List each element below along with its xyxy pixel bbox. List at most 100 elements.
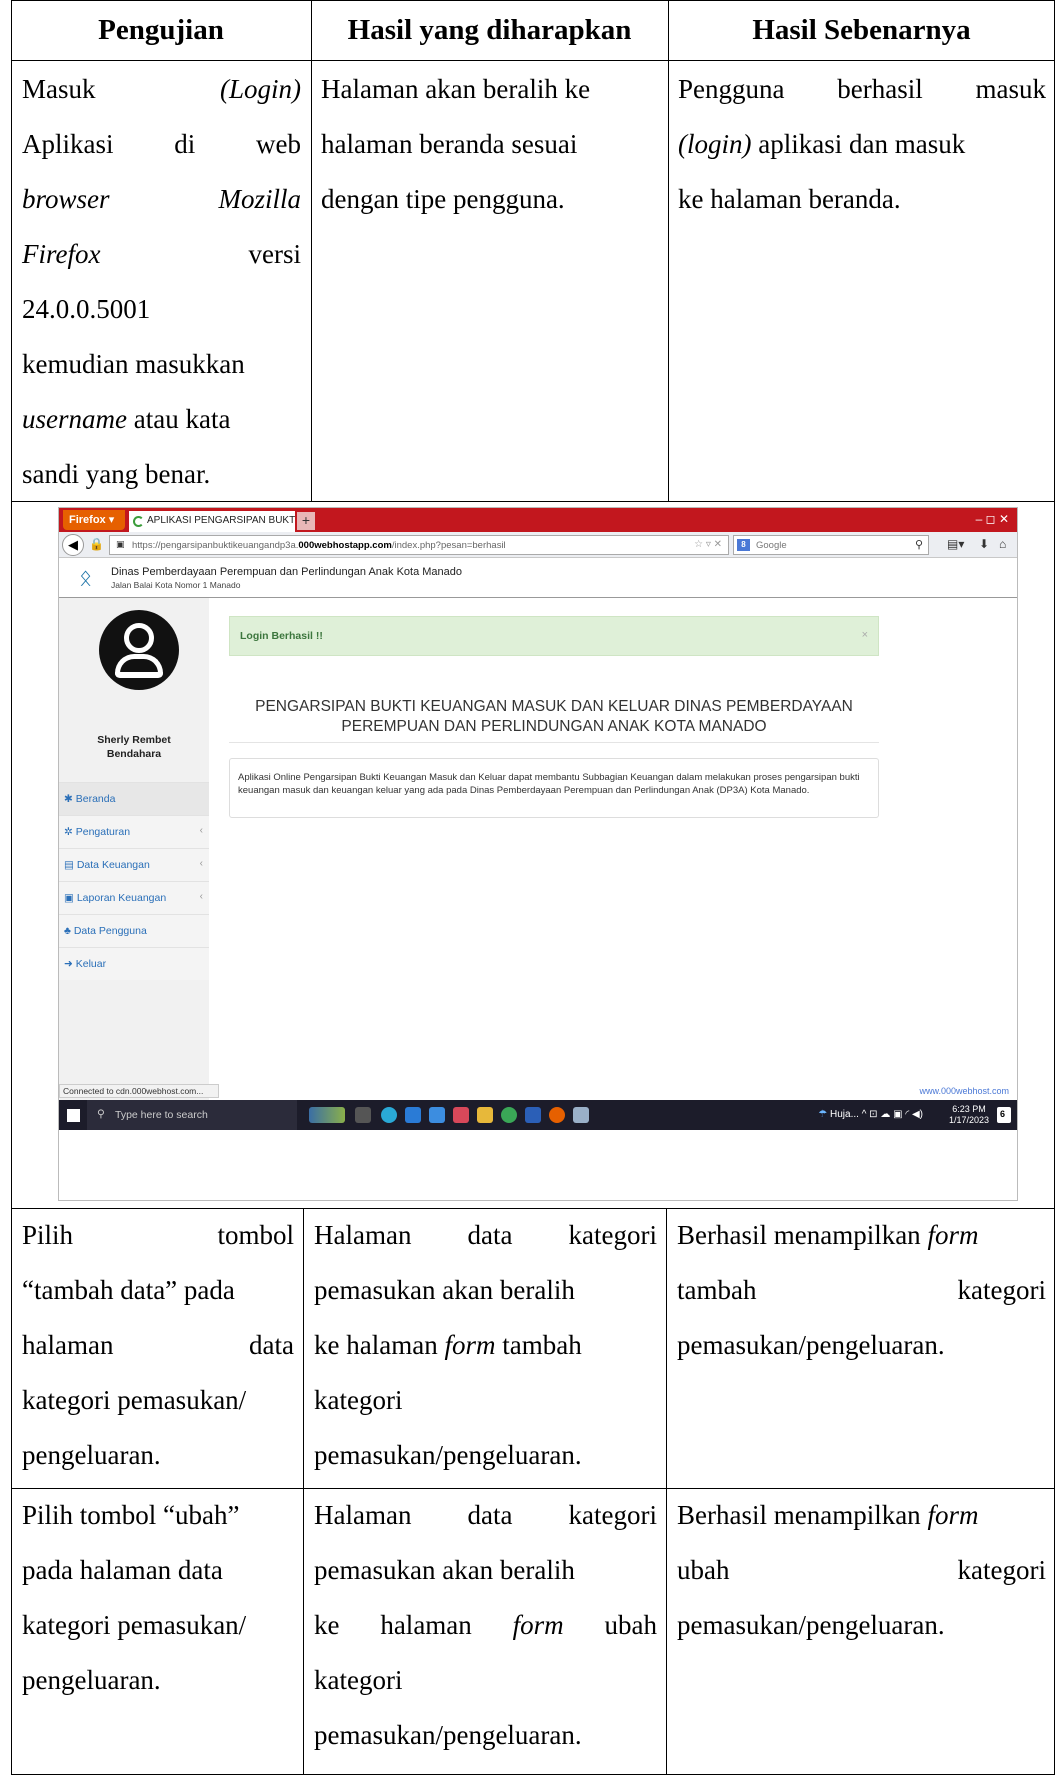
row3-diharapkan: Halaman data kategori pemasukan akan beral… bbox=[314, 1220, 657, 1470]
row4-sebenarnya: Berhasil menampilkan form ubah kategori p… bbox=[677, 1500, 1046, 1640]
logout-icon: ➜ bbox=[64, 958, 73, 970]
page-title-line1: PENGARSIPAN BUKTI KEUANGAN MASUK DAN KEL… bbox=[255, 698, 853, 715]
window-controls[interactable]: – ◻ ✕ bbox=[976, 512, 1009, 526]
edge-icon[interactable] bbox=[381, 1107, 397, 1123]
user-name: Sherly Rembet bbox=[97, 734, 171, 746]
home-button-icon[interactable]: ⌂ bbox=[999, 537, 1006, 551]
sidebar-item-beranda[interactable]: ✱ Beranda bbox=[59, 782, 209, 815]
row4-diharapkan: Halaman data kategori pemasukan akan beral… bbox=[314, 1500, 657, 1750]
page-title-line2: PEREMPUAN DAN PERLINDUNGAN ANAK KOTA MAN… bbox=[341, 718, 767, 735]
firefox-menu-button[interactable]: Firefox ▾ bbox=[63, 510, 125, 530]
back-arrow-icon[interactable]: ◀ bbox=[62, 534, 84, 556]
sidebar-item-pengaturan[interactable]: ✲ Pengaturan ‹ bbox=[59, 815, 209, 848]
gear-icon: ✲ bbox=[64, 826, 73, 838]
chrome-icon[interactable] bbox=[501, 1107, 517, 1123]
avatar-icon bbox=[99, 610, 179, 690]
chevron-left-icon: ‹ bbox=[199, 891, 203, 902]
new-tab-button[interactable]: + bbox=[297, 512, 315, 530]
taskbar-search-input[interactable]: ⚲ Type here to search bbox=[87, 1100, 297, 1130]
app-description: Aplikasi Online Pengarsipan Bukti Keuang… bbox=[229, 758, 879, 818]
header-hasil-sebenarnya: Hasil Sebenarnya bbox=[752, 13, 971, 46]
alert-text: Login Berhasil !! bbox=[240, 630, 323, 642]
browser-titlebar: Firefox ▾ APLIKASI PENGARSIPAN BUKTI KEU… bbox=[59, 508, 1017, 532]
chevron-left-icon: ‹ bbox=[199, 858, 203, 869]
sidebar-item-label: Pengaturan bbox=[75, 826, 131, 838]
login-success-alert: Login Berhasil !! × bbox=[229, 616, 879, 656]
row1-pengujian: Masuk (Login) Aplikasi di web browser Mozill… bbox=[22, 74, 301, 489]
row1-diharapkan: Halaman akan beralih ke halaman beranda … bbox=[321, 74, 591, 214]
sidebar-item-label: Keluar bbox=[75, 958, 107, 970]
word-icon[interactable] bbox=[525, 1107, 541, 1123]
browser-status-bar: Connected to cdn.000webhost.com... bbox=[59, 1084, 219, 1098]
header-hasil-diharapkan: Hasil yang diharapkan bbox=[347, 13, 632, 46]
weather-widget-icon[interactable] bbox=[309, 1107, 345, 1123]
notepad-icon[interactable] bbox=[573, 1107, 589, 1123]
url-domain: 000webhostapp.com bbox=[298, 540, 392, 551]
row3-sebenarnya: Berhasil menampilkan form tambah kategori… bbox=[677, 1220, 1046, 1360]
search-bar[interactable]: 8 Google ⚲ bbox=[733, 535, 929, 555]
sidebar-item-data-keuangan[interactable]: ▤ Data Keuangan ‹ bbox=[59, 848, 209, 881]
taskbar-search-placeholder: Type here to search bbox=[115, 1109, 208, 1121]
chevron-left-icon: ‹ bbox=[199, 825, 203, 836]
firefox-icon[interactable] bbox=[549, 1107, 565, 1123]
vscode-icon[interactable] bbox=[405, 1107, 421, 1123]
bookmark-star-icon[interactable]: ☆ ▿ ✕ bbox=[694, 539, 722, 550]
dp3a-logo-icon: ᛟ bbox=[79, 565, 93, 590]
url-prefix: https://pengarsipanbuktikeuangandp3a. bbox=[132, 540, 299, 551]
row3-pengujian: Pilih tombol “tambah data” pada halaman da… bbox=[22, 1220, 294, 1470]
tray-icons: ^ ⊡ ☁ ▣ ◜ ◀) bbox=[861, 1109, 923, 1120]
search-icon: ⚲ bbox=[97, 1108, 105, 1120]
sidebar-menu: ✱ Beranda ✲ Pengaturan ‹ ▤ Data Keuangan… bbox=[59, 782, 209, 980]
windows-taskbar: ⚲ Type here to search ☂ Huja... ^ ⊡ ☁ ▣ … bbox=[59, 1100, 1017, 1130]
page-title: PENGARSIPAN BUKTI KEUANGAN MASUK DAN KEL… bbox=[229, 697, 879, 737]
report-icon: ▣ bbox=[64, 892, 74, 904]
url-lock-icon: ▣ bbox=[116, 539, 125, 549]
windows-start-icon[interactable] bbox=[67, 1109, 80, 1122]
close-icon[interactable]: × bbox=[862, 629, 868, 641]
sidebar-item-keluar[interactable]: ➜ Keluar bbox=[59, 947, 209, 980]
sidebar-item-laporan-keuangan[interactable]: ▣ Laporan Keuangan ‹ bbox=[59, 881, 209, 914]
url-bar[interactable]: ▣ https://pengarsipanbuktikeuangandp3a.0… bbox=[109, 535, 729, 555]
mail-icon[interactable] bbox=[429, 1107, 445, 1123]
search-placeholder: Google bbox=[756, 540, 787, 551]
home-icon: ✱ bbox=[64, 793, 73, 805]
system-tray[interactable]: ☂ Huja... ^ ⊡ ☁ ▣ ◜ ◀) bbox=[818, 1109, 923, 1120]
row4-pengujian: Pilih tombol “ubah” pada halaman data ka… bbox=[22, 1500, 247, 1695]
org-address: Jalan Balai Kota Nomor 1 Manado bbox=[111, 580, 241, 590]
row1-sebenarnya: Pengguna berhasil masuk (login) aplikasi d… bbox=[678, 74, 1046, 214]
header-pengujian: Pengujian bbox=[98, 13, 224, 46]
sidebar-item-label: Laporan Keuangan bbox=[76, 892, 167, 904]
tab-title: APLIKASI PENGARSIPAN BUKTI KEUANG... bbox=[147, 515, 295, 526]
user-role: Bendahara bbox=[106, 748, 162, 760]
clock-time: 6:23 PM bbox=[952, 1104, 986, 1114]
url-path: /index.php?pesan=berhasil bbox=[391, 540, 506, 551]
weather-text: Huja... bbox=[830, 1109, 859, 1120]
task-view-icon[interactable] bbox=[355, 1107, 371, 1123]
taskbar-clock[interactable]: 6:23 PM 1/17/2023 bbox=[949, 1104, 989, 1126]
search-engine-icon[interactable]: 8 bbox=[737, 539, 750, 551]
sidebar: Sherly Rembet Bendahara ✱ Beranda ✲ Peng… bbox=[59, 598, 209, 1118]
sidebar-item-label: Data Keuangan bbox=[76, 859, 150, 871]
notification-icon[interactable]: 6 bbox=[997, 1107, 1011, 1123]
identity-icon[interactable]: 🔒 bbox=[89, 537, 104, 551]
embedded-screenshot: Firefox ▾ APLIKASI PENGARSIPAN BUKTI KEU… bbox=[58, 507, 1018, 1201]
notification-count: 6 bbox=[1000, 1109, 1006, 1119]
sidebar-item-label: Beranda bbox=[75, 793, 116, 805]
download-icon[interactable]: ⬇ bbox=[979, 537, 989, 551]
bookmarks-icon[interactable]: ▤▾ bbox=[947, 537, 964, 551]
site-header: ᛟ Dinas Pemberdayaan Perempuan dan Perli… bbox=[59, 559, 1017, 597]
sidebar-item-data-pengguna[interactable]: ♣ Data Pengguna bbox=[59, 914, 209, 947]
search-icon[interactable]: ⚲ bbox=[915, 538, 923, 551]
file-icon: ▤ bbox=[64, 859, 74, 871]
browser-tab[interactable]: APLIKASI PENGARSIPAN BUKTI KEUANG... bbox=[129, 511, 295, 532]
loading-spinner-icon bbox=[133, 516, 144, 527]
gift-icon[interactable] bbox=[453, 1107, 469, 1123]
host-watermark[interactable]: www.000webhost.com bbox=[919, 1086, 1009, 1096]
main-content: Login Berhasil !! × PENGARSIPAN BUKTI KE… bbox=[209, 598, 1017, 1118]
users-icon: ♣ bbox=[64, 925, 71, 937]
org-name: Dinas Pemberdayaan Perempuan dan Perlind… bbox=[111, 566, 463, 578]
title-divider bbox=[229, 742, 879, 743]
umbrella-icon: ☂ bbox=[818, 1109, 828, 1120]
sidebar-item-label: Data Pengguna bbox=[73, 925, 147, 937]
file-explorer-icon[interactable] bbox=[477, 1107, 493, 1123]
